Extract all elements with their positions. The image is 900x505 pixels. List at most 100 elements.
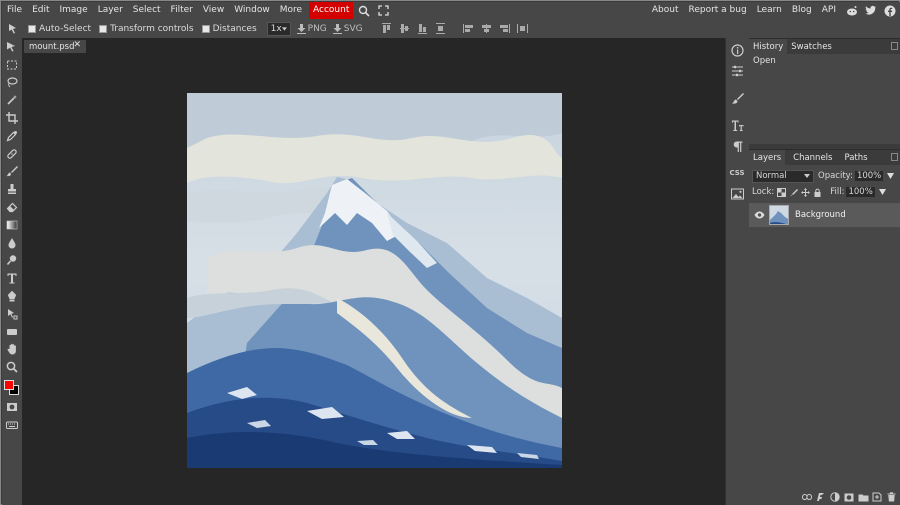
menu-view[interactable]: View <box>198 2 229 19</box>
type-tool-icon[interactable] <box>2 269 22 287</box>
workspace[interactable]: mount.psd ✕ <box>22 38 725 505</box>
healing-brush-tool-icon[interactable] <box>2 145 22 163</box>
reddit-icon[interactable] <box>843 2 860 19</box>
align-vcenter-icon[interactable] <box>398 22 411 35</box>
opacity-dropdown-icon[interactable] <box>887 173 895 179</box>
menu-edit[interactable]: Edit <box>27 2 54 19</box>
crop-tool-icon[interactable] <box>2 109 22 127</box>
tab-channels[interactable]: Channels <box>789 150 836 165</box>
align-hcenter-icon[interactable] <box>480 22 493 35</box>
layer-mask-icon[interactable] <box>842 491 856 503</box>
opacity-value[interactable]: 100% <box>854 171 884 181</box>
align-bottom-icon[interactable] <box>416 22 429 35</box>
facebook-icon[interactable] <box>881 2 898 19</box>
delete-layer-icon[interactable] <box>884 491 898 503</box>
menu-more[interactable]: More <box>275 2 307 19</box>
distances-checkbox[interactable]: Distances <box>201 23 257 34</box>
new-layer-icon[interactable] <box>870 491 884 503</box>
character-icon[interactable] <box>726 116 748 134</box>
align-top-icon[interactable] <box>380 22 393 35</box>
checkbox-box[interactable] <box>28 24 36 33</box>
blend-mode-select[interactable]: Normal <box>752 169 814 183</box>
menu-layer[interactable]: Layer <box>93 2 128 19</box>
blur-tool-icon[interactable] <box>2 234 22 252</box>
align-left-icon[interactable] <box>462 22 475 35</box>
eye-icon[interactable] <box>754 211 765 219</box>
fill-dropdown-icon[interactable] <box>878 189 886 195</box>
zoom-tool-icon[interactable] <box>2 358 22 376</box>
eyedropper-tool-icon[interactable] <box>2 127 22 145</box>
canvas-image[interactable] <box>187 93 562 468</box>
pen-tool-icon[interactable] <box>2 287 22 305</box>
eraser-tool-icon[interactable] <box>2 198 22 216</box>
export-png-button[interactable]: PNG <box>296 23 327 34</box>
link-about[interactable]: About <box>647 2 684 19</box>
menu-image[interactable]: Image <box>55 2 93 19</box>
menu-account[interactable]: Account <box>309 2 354 19</box>
dodge-tool-icon[interactable] <box>2 252 22 270</box>
clone-stamp-tool-icon[interactable] <box>2 180 22 198</box>
distances-label: Distances <box>212 23 257 34</box>
zoom-select[interactable]: 1x <box>266 21 291 36</box>
new-group-icon[interactable] <box>856 491 870 503</box>
menu-window[interactable]: Window <box>229 2 275 19</box>
tab-swatches[interactable]: Swatches <box>787 39 836 54</box>
paragraph-icon[interactable] <box>726 137 748 155</box>
lock-all-icon[interactable] <box>813 188 822 197</box>
options-bar: Auto-Select Transform controls Distances… <box>2 19 900 38</box>
lock-position-icon[interactable] <box>801 187 811 197</box>
image-icon[interactable] <box>726 185 748 203</box>
link-api[interactable]: API <box>817 2 841 19</box>
menu-file[interactable]: File <box>2 2 27 19</box>
blend-row: Normal Opacity: 100% <box>749 168 900 184</box>
transform-controls-checkbox[interactable]: Transform controls <box>99 24 194 34</box>
close-tab-icon[interactable]: ✕ <box>73 40 81 50</box>
lock-pixels-icon[interactable] <box>789 188 799 197</box>
foreground-color-swatch[interactable] <box>4 380 14 391</box>
menu-select[interactable]: Select <box>128 2 166 19</box>
twitter-icon[interactable] <box>862 2 879 19</box>
checkbox-box[interactable] <box>99 24 108 33</box>
search-icon[interactable] <box>356 2 372 19</box>
auto-select-checkbox[interactable]: Auto-Select <box>28 24 91 34</box>
tab-layers[interactable]: Layers <box>749 150 786 165</box>
move-tool-icon[interactable] <box>2 38 22 56</box>
path-select-tool-icon[interactable] <box>2 305 22 323</box>
link-layers-icon[interactable] <box>800 491 814 503</box>
link-blog[interactable]: Blog <box>787 2 817 19</box>
gradient-tool-icon[interactable] <box>2 216 22 234</box>
fill-value[interactable]: 100% <box>846 187 875 197</box>
checkbox-box[interactable] <box>201 24 210 33</box>
adjustments-icon[interactable] <box>726 62 748 80</box>
link-report-bug[interactable]: Report a bug <box>683 2 751 19</box>
menu-filter[interactable]: Filter <box>166 2 198 19</box>
link-learn[interactable]: Learn <box>752 2 787 19</box>
panel-menu-icon[interactable] <box>891 42 898 50</box>
layer-row[interactable]: Background <box>749 203 900 227</box>
layer-effects-icon[interactable] <box>814 491 828 503</box>
magic-wand-tool-icon[interactable] <box>2 91 22 109</box>
fullscreen-icon[interactable] <box>375 2 391 19</box>
align-right-icon[interactable] <box>498 22 511 35</box>
brush-settings-icon[interactable] <box>726 89 748 107</box>
history-entry[interactable]: Open <box>749 54 900 68</box>
lock-transparency-icon[interactable] <box>777 187 787 197</box>
tab-paths[interactable]: Paths <box>840 150 871 165</box>
marquee-tool-icon[interactable] <box>2 56 22 74</box>
adjustment-layer-icon[interactable] <box>828 491 842 503</box>
tab-history[interactable]: History <box>749 39 788 54</box>
export-svg-button[interactable]: SVG <box>332 23 363 34</box>
lasso-tool-icon[interactable] <box>2 74 22 92</box>
css-panel-button[interactable]: CSS <box>726 164 748 182</box>
quick-mask-icon[interactable] <box>2 398 22 416</box>
distribute-horizontal-icon[interactable] <box>516 22 529 35</box>
distribute-vertical-icon[interactable] <box>434 22 447 35</box>
color-swatches[interactable] <box>2 378 22 398</box>
rectangle-tool-icon[interactable] <box>2 323 22 341</box>
keyboard-icon[interactable] <box>2 416 22 434</box>
hand-tool-icon[interactable] <box>2 341 22 359</box>
brush-tool-icon[interactable] <box>2 163 22 181</box>
info-icon[interactable] <box>726 41 748 59</box>
panel-menu-icon[interactable] <box>891 153 898 161</box>
document-tab[interactable]: mount.psd ✕ <box>24 40 86 53</box>
